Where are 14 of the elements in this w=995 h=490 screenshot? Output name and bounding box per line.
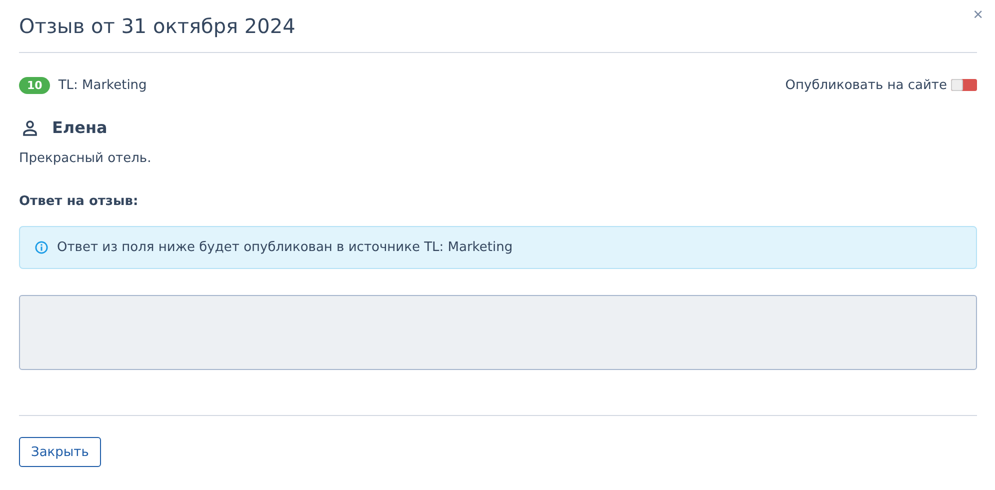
author-name: Елена — [52, 118, 108, 137]
score-badge: 10 — [19, 76, 50, 94]
publish-label: Опубликовать на сайте — [785, 78, 947, 92]
info-icon — [35, 241, 48, 254]
review-text: Прекрасный отель. — [19, 151, 152, 166]
reply-field[interactable] — [19, 295, 977, 370]
close-button[interactable]: × — [973, 6, 983, 23]
publish-toggle[interactable] — [951, 79, 977, 91]
close-dialog-button[interactable]: Закрыть — [19, 437, 101, 467]
source-label: TL: Marketing — [58, 78, 148, 92]
dialog-title: Отзыв от 31 октября 2024 — [19, 14, 296, 38]
notice-text: Ответ из поля ниже будет опубликован в источнике TL: Marketing — [57, 240, 513, 255]
person-icon — [22, 120, 38, 136]
reply-label: Ответ на отзыв: — [19, 194, 140, 209]
